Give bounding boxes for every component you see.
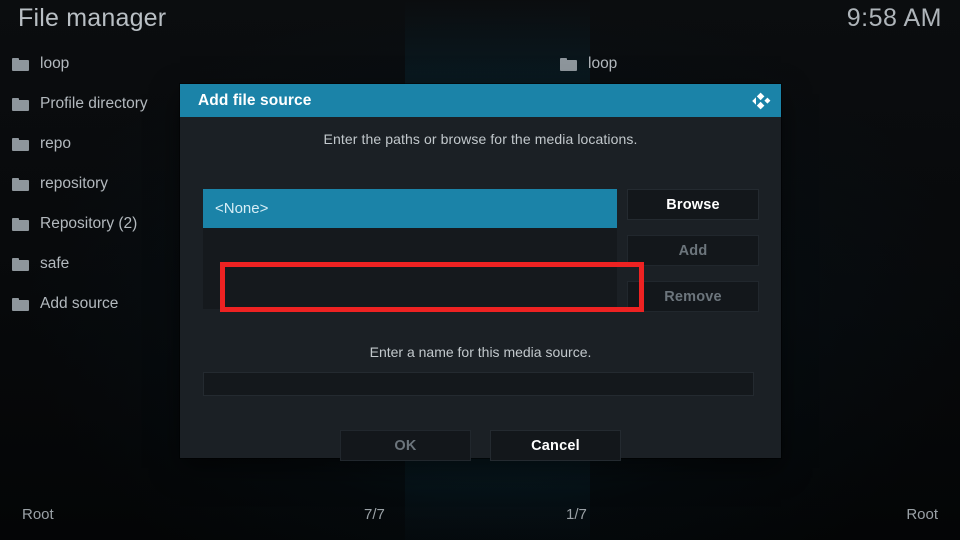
list-item-label: repository [40, 175, 109, 192]
folder-icon [560, 57, 577, 71]
folder-icon [12, 217, 29, 231]
clock: 9:58 AM [846, 4, 942, 32]
paths-area: <None> Browse Add Remove [203, 189, 759, 312]
statusbar-right-count: 1/7 [566, 506, 587, 523]
statusbar: Root 7/7 1/7 Root [0, 496, 960, 540]
folder-icon [12, 177, 29, 191]
list-item[interactable]: loop [0, 44, 400, 84]
dialog-title: Add file source [198, 91, 312, 109]
list-item-label: loop [40, 55, 70, 72]
add-button[interactable]: Add [627, 235, 759, 266]
ok-button[interactable]: OK [340, 430, 471, 461]
dialog-body: Enter the paths or browse for the media … [180, 117, 781, 461]
path-list-empty-row [203, 267, 617, 306]
list-item-label: Add source [40, 295, 119, 312]
path-list-item-selected[interactable]: <None> [203, 189, 617, 228]
dialog-footer-buttons: OK Cancel [180, 430, 781, 461]
folder-icon [12, 97, 29, 111]
browse-button[interactable]: Browse [627, 189, 759, 220]
name-hint: Enter a name for this media source. [369, 344, 592, 360]
path-side-buttons: Browse Add Remove [627, 189, 759, 312]
cancel-button[interactable]: Cancel [490, 430, 621, 461]
kodi-logo-icon [748, 89, 772, 113]
page-title: File manager [18, 4, 167, 32]
list-item-label: Profile directory [40, 95, 148, 112]
path-list-empty-row [203, 228, 617, 267]
media-source-name-input[interactable] [203, 372, 754, 396]
statusbar-right-path: Root [906, 506, 938, 523]
list-item-label: loop [588, 55, 618, 72]
folder-icon [12, 137, 29, 151]
list-item-label: safe [40, 255, 70, 272]
path-list[interactable]: <None> [203, 189, 617, 309]
folder-icon [12, 57, 29, 71]
statusbar-left-path: Root [22, 506, 54, 523]
list-item-label: Repository (2) [40, 215, 138, 232]
statusbar-left-count: 7/7 [364, 506, 385, 523]
list-item-label: repo [40, 135, 72, 152]
list-item[interactable]: loop [548, 44, 948, 84]
folder-icon [12, 297, 29, 311]
dialog-header: Add file source [180, 84, 781, 117]
add-file-source-dialog: Add file source Enter the paths or brows… [180, 84, 781, 461]
paths-hint: Enter the paths or browse for the media … [323, 131, 638, 147]
folder-icon [12, 257, 29, 271]
file-pane-right: loop [548, 44, 948, 84]
remove-button[interactable]: Remove [627, 281, 759, 312]
